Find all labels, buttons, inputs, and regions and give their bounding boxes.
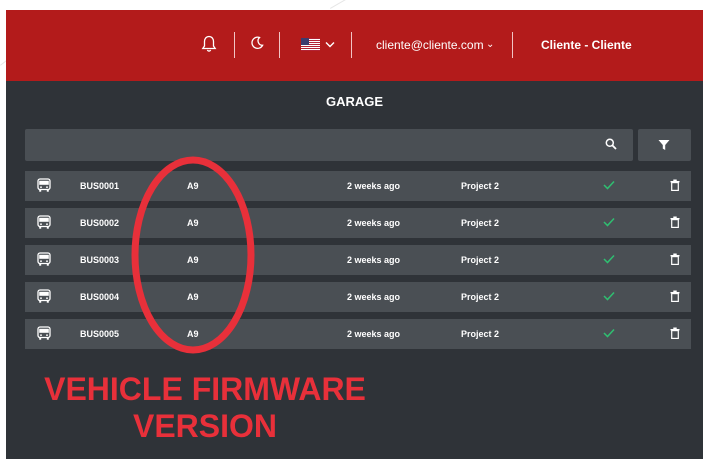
header-separator [279,32,280,58]
project-name: Project 2 [461,329,500,339]
annotation-line-2: VERSION [132,408,278,444]
trash-icon[interactable] [670,216,680,228]
check-icon [603,180,615,190]
vehicle-list: BUS0001 A9 2 weeks ago Project 2 BUS0002… [25,171,691,356]
vehicle-id: BUS0004 [80,292,120,302]
bus-icon [37,326,51,340]
firmware-version: A9 [187,329,199,339]
check-icon [603,291,615,301]
bus-icon [37,178,51,192]
project-name: Project 2 [461,255,500,265]
last-update: 2 weeks ago [347,329,401,339]
header-separator [234,32,235,58]
search-icon[interactable] [605,138,617,150]
bus-icon [37,215,51,229]
bus-icon [37,252,51,266]
table-row[interactable]: BUS0001 A9 2 weeks ago Project 2 [25,171,691,201]
chevron-down-icon[interactable] [325,41,335,48]
header-separator [512,32,513,58]
firmware-version: A9 [187,181,199,191]
app-header: cliente@cliente.com ⌄ Cliente - Cliente [6,10,703,81]
firmware-version: A9 [187,292,199,302]
trash-icon[interactable] [670,290,680,302]
project-name: Project 2 [461,181,500,191]
firmware-version: A9 [187,218,199,228]
project-name: Project 2 [461,292,500,302]
search-bar[interactable] [25,129,633,163]
check-icon [603,328,615,338]
us-flag-icon[interactable] [301,38,320,51]
last-update: 2 weeks ago [347,255,401,265]
table-row[interactable]: BUS0003 A9 2 weeks ago Project 2 [25,245,691,275]
header-separator [351,32,352,58]
vehicle-id: BUS0001 [80,181,120,191]
user-email[interactable]: cliente@cliente.com [376,38,484,52]
last-update: 2 weeks ago [347,218,401,228]
vehicle-id: BUS0005 [80,329,120,339]
table-row[interactable]: BUS0002 A9 2 weeks ago Project 2 [25,208,691,238]
trash-icon[interactable] [670,179,680,191]
last-update: 2 weeks ago [347,181,401,191]
vehicle-id: BUS0002 [80,218,120,228]
vehicle-id: BUS0003 [80,255,120,265]
last-update: 2 weeks ago [347,292,401,302]
check-icon [603,254,615,264]
project-name: Project 2 [461,218,500,228]
filter-icon [658,140,670,150]
page-title: GARAGE [325,94,384,109]
trash-icon[interactable] [670,327,680,339]
table-row[interactable]: BUS0004 A9 2 weeks ago Project 2 [25,282,691,312]
bell-icon[interactable] [201,35,217,53]
trash-icon[interactable] [670,253,680,265]
user-name[interactable]: Cliente - Cliente [541,38,632,52]
background-line [330,0,383,9]
filter-button[interactable] [638,129,691,161]
bus-icon [37,289,51,303]
email-dropdown-caret[interactable]: ⌄ [486,39,494,50]
firmware-version: A9 [187,255,199,265]
search-input[interactable] [33,129,597,163]
check-icon [603,217,615,227]
table-row[interactable]: BUS0005 A9 2 weeks ago Project 2 [25,319,691,349]
annotation-line-1: VEHICLE FIRMWARE [44,371,366,407]
moon-icon[interactable] [250,36,264,50]
